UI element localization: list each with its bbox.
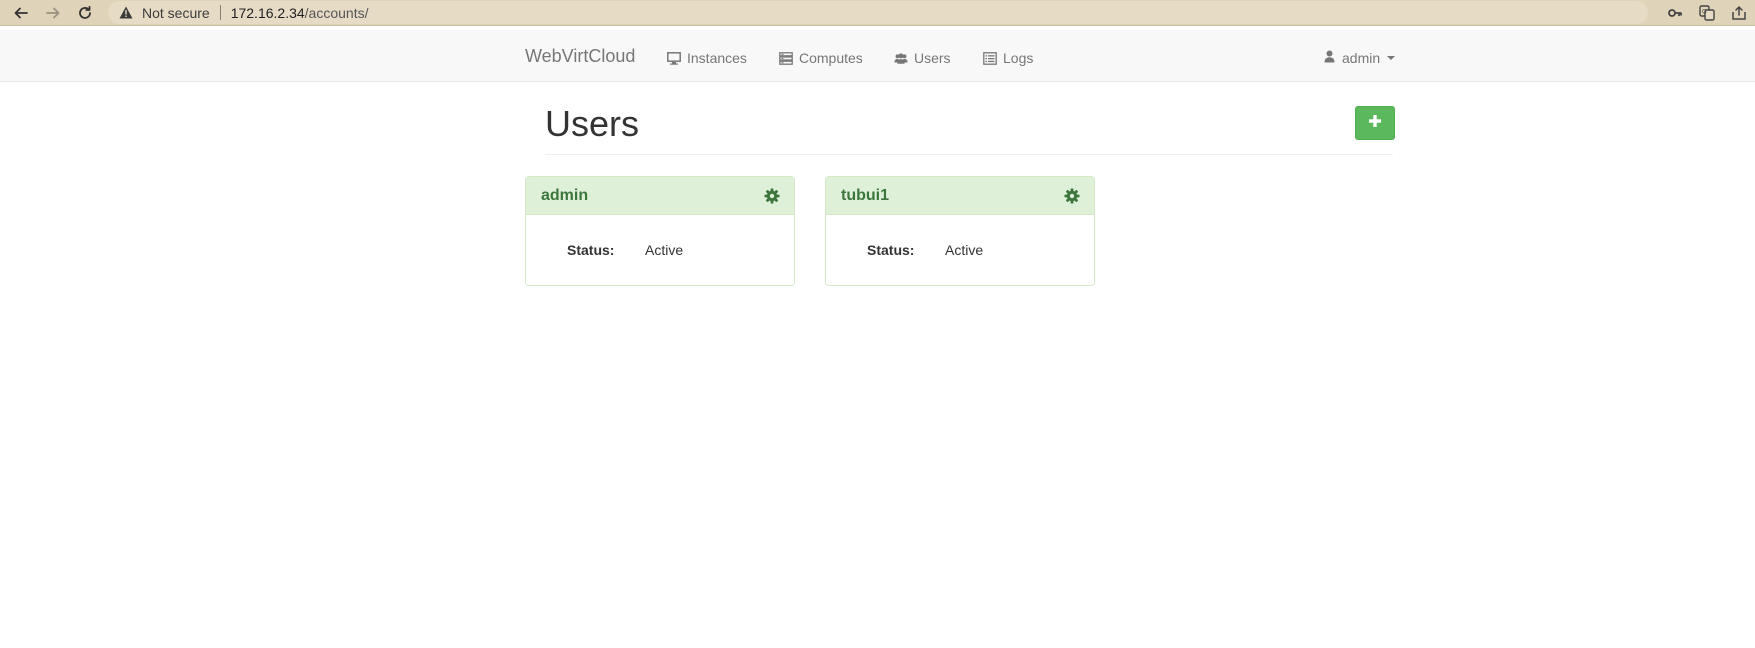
user-card-heading: tubui1: [826, 177, 1094, 215]
url-host: 172.16.2.34: [230, 4, 305, 21]
nav-link-users[interactable]: Users: [894, 48, 951, 68]
gear-icon[interactable]: [1064, 188, 1080, 204]
users-icon: [894, 51, 908, 65]
browser-toolbar: Not secure 172.16.2.34/accounts/ G: [0, 0, 1755, 26]
user-card-title[interactable]: admin: [541, 187, 588, 205]
user-card-body: Status: Active: [526, 215, 794, 285]
url-path: /accounts/: [304, 4, 369, 21]
nav-link-label: Computes: [799, 50, 863, 66]
user-card-tubui1: tubui1 Status: Active: [825, 176, 1095, 286]
status-label: Status:: [867, 242, 915, 258]
translate-icon[interactable]: G: [1691, 0, 1723, 26]
nav-link-label: Logs: [1003, 50, 1034, 66]
add-user-button[interactable]: [1355, 106, 1395, 140]
svg-text:G: G: [1702, 9, 1707, 16]
monitor-icon: [667, 51, 681, 65]
back-icon[interactable]: [8, 0, 34, 26]
user-card-heading: admin: [526, 177, 794, 215]
share-icon[interactable]: [1723, 0, 1755, 26]
status-label: Status:: [567, 242, 615, 258]
omnibox-divider: [219, 5, 221, 20]
address-bar[interactable]: Not secure 172.16.2.34/accounts/: [108, 1, 1648, 24]
reload-icon[interactable]: [72, 0, 98, 26]
key-icon[interactable]: [1659, 0, 1691, 26]
nav-link-instances[interactable]: Instances: [667, 48, 747, 68]
nav-link-computes[interactable]: Computes: [779, 48, 863, 68]
user-card-admin: admin Status: Active: [525, 176, 795, 286]
user-card-body: Status: Active: [826, 215, 1094, 285]
status-value: Active: [945, 242, 984, 258]
nav-link-logs[interactable]: Logs: [983, 48, 1033, 68]
nav-link-label: Instances: [687, 50, 747, 66]
user-card-title[interactable]: tubui1: [841, 187, 889, 205]
status-value: Active: [645, 242, 684, 258]
list-icon: [983, 51, 997, 65]
page-header-divider: [545, 154, 1393, 155]
warning-icon: [118, 5, 134, 21]
plus-icon: [1368, 114, 1382, 133]
user-dropdown[interactable]: admin: [1324, 48, 1396, 68]
security-label[interactable]: Not secure: [142, 5, 210, 21]
user-dropdown-label: admin: [1342, 50, 1381, 66]
gear-icon[interactable]: [764, 188, 780, 204]
nav-link-label: Users: [914, 50, 951, 66]
server-icon: [779, 51, 793, 65]
app-navbar: WebVirtCloud Instances Computes Users Lo…: [0, 30, 1755, 82]
user-icon: [1324, 50, 1335, 66]
chevron-down-icon: [1387, 56, 1396, 60]
brand-link[interactable]: WebVirtCloud: [525, 46, 635, 67]
page-title: Users: [545, 103, 640, 144]
forward-icon[interactable]: [40, 0, 66, 26]
